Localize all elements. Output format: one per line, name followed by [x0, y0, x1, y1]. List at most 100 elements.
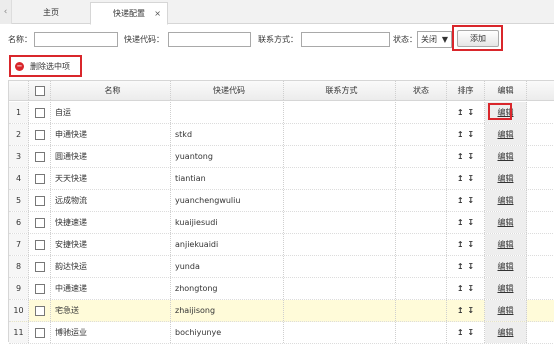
- header-name[interactable]: 名称: [51, 81, 171, 100]
- row-name: 宅急送: [51, 300, 171, 321]
- row-checkbox[interactable]: [35, 196, 45, 206]
- row-checkbox[interactable]: [35, 284, 45, 294]
- sort-up-icon[interactable]: ↥: [456, 102, 464, 123]
- table-row[interactable]: 2 申通快递 stkd ↥ ↧ 编辑: [9, 124, 554, 146]
- sort-up-icon[interactable]: ↥: [456, 322, 464, 343]
- edit-link[interactable]: 编辑: [498, 130, 514, 139]
- row-checkbox[interactable]: [35, 262, 45, 272]
- tab-express-config-label: 快递配置: [113, 9, 145, 18]
- edit-link[interactable]: 编辑: [498, 284, 514, 293]
- table-row[interactable]: 7 安捷快递 anjiekuaidi ↥ ↧ 编辑: [9, 234, 554, 256]
- row-status: [396, 234, 447, 255]
- table-row[interactable]: 8 韵达快运 yunda ↥ ↧ 编辑: [9, 256, 554, 278]
- edit-link[interactable]: 编辑: [498, 328, 514, 337]
- row-sort: ↥ ↧: [447, 146, 485, 167]
- sort-down-icon[interactable]: ↧: [467, 278, 475, 299]
- table-row[interactable]: 3 圆通快递 yuantong ↥ ↧ 编辑: [9, 146, 554, 168]
- row-checkbox[interactable]: [35, 218, 45, 228]
- header-status[interactable]: 状态: [396, 81, 447, 100]
- row-checkbox[interactable]: [35, 240, 45, 250]
- sort-up-icon[interactable]: ↥: [456, 190, 464, 211]
- sort-down-icon[interactable]: ↧: [467, 322, 475, 343]
- table-row[interactable]: 4 天天快递 tiantian ↥ ↧ 编辑: [9, 168, 554, 190]
- table-row[interactable]: 6 快捷速递 kuaijiesudi ↥ ↧ 编辑: [9, 212, 554, 234]
- tab-home[interactable]: 主页: [14, 2, 88, 24]
- row-filler: [527, 256, 554, 277]
- express-grid: 名称 快递代码 联系方式 状态 排序 编辑 1 自运 ↥ ↧ 编辑 2 申通快递 stkd ↥…: [8, 80, 554, 344]
- sort-up-icon[interactable]: ↥: [456, 124, 464, 145]
- sort-down-icon[interactable]: ↧: [467, 102, 475, 123]
- edit-link[interactable]: 编辑: [498, 218, 514, 227]
- row-checkbox[interactable]: [35, 328, 45, 338]
- tab-scroll-left-button[interactable]: ‹: [0, 0, 12, 24]
- add-button[interactable]: 添加: [457, 30, 499, 47]
- row-number: 5: [9, 190, 29, 211]
- sort-down-icon[interactable]: ↧: [467, 234, 475, 255]
- row-number: 9: [9, 278, 29, 299]
- sort-up-icon[interactable]: ↥: [456, 256, 464, 277]
- table-row[interactable]: 1 自运 ↥ ↧ 编辑: [9, 102, 554, 124]
- row-checkbox[interactable]: [35, 174, 45, 184]
- edit-link[interactable]: 编辑: [498, 306, 514, 315]
- sort-up-icon[interactable]: ↥: [456, 234, 464, 255]
- row-sort: ↥ ↧: [447, 168, 485, 189]
- edit-link[interactable]: 编辑: [498, 196, 514, 205]
- table-row[interactable]: 10 宅急送 zhaijisong ↥ ↧ 编辑: [9, 300, 554, 322]
- edit-link[interactable]: 编辑: [498, 240, 514, 249]
- table-row[interactable]: 9 中通速递 zhongtong ↥ ↧ 编辑: [9, 278, 554, 300]
- row-checkbox-cell: [29, 190, 51, 211]
- sort-down-icon[interactable]: ↧: [467, 190, 475, 211]
- row-status: [396, 256, 447, 277]
- delete-selected-button[interactable]: − 删除选中项: [12, 58, 79, 75]
- code-input[interactable]: [168, 32, 251, 47]
- row-checkbox[interactable]: [35, 130, 45, 140]
- edit-link[interactable]: 编辑: [498, 262, 514, 271]
- row-code: zhaijisong: [171, 300, 284, 321]
- header-row-number: [9, 81, 29, 100]
- table-row[interactable]: 5 远成物流 yuanchengwuliu ↥ ↧ 编辑: [9, 190, 554, 212]
- edit-link[interactable]: 编辑: [498, 152, 514, 161]
- status-select-value: 关闭: [421, 35, 437, 44]
- sort-up-icon[interactable]: ↥: [456, 212, 464, 233]
- sort-down-icon[interactable]: ↧: [467, 300, 475, 321]
- table-row[interactable]: 11 博驰运业 bochiyunye ↥ ↧ 编辑: [9, 322, 554, 344]
- close-icon[interactable]: ×: [154, 3, 161, 25]
- header-contact[interactable]: 联系方式: [284, 81, 396, 100]
- row-checkbox[interactable]: [35, 152, 45, 162]
- name-input[interactable]: [34, 32, 118, 47]
- sort-down-icon[interactable]: ↧: [467, 168, 475, 189]
- sort-up-icon[interactable]: ↥: [456, 278, 464, 299]
- row-number: 11: [9, 322, 29, 343]
- row-edit-cell: 编辑: [485, 146, 527, 167]
- row-checkbox-cell: [29, 322, 51, 343]
- row-filler: [527, 190, 554, 211]
- row-contact: [284, 190, 396, 211]
- row-checkbox[interactable]: [35, 108, 45, 118]
- tab-express-config[interactable]: 快递配置 ×: [90, 2, 168, 25]
- sort-up-icon[interactable]: ↥: [456, 300, 464, 321]
- status-select[interactable]: 关闭 ▼: [417, 31, 452, 48]
- row-sort: ↥ ↧: [447, 278, 485, 299]
- header-edit[interactable]: 编辑: [485, 81, 527, 100]
- row-status: [396, 168, 447, 189]
- row-filler: [527, 300, 554, 321]
- sort-up-icon[interactable]: ↥: [456, 146, 464, 167]
- row-status: [396, 278, 447, 299]
- row-checkbox-cell: [29, 124, 51, 145]
- contact-input[interactable]: [301, 32, 390, 47]
- row-contact: [284, 212, 396, 233]
- sort-down-icon[interactable]: ↧: [467, 124, 475, 145]
- sort-down-icon[interactable]: ↧: [467, 212, 475, 233]
- select-all-checkbox[interactable]: [35, 86, 45, 96]
- row-checkbox[interactable]: [35, 306, 45, 316]
- row-filler: [527, 168, 554, 189]
- header-sort[interactable]: 排序: [447, 81, 485, 100]
- row-edit-cell: 编辑: [485, 322, 527, 343]
- sort-up-icon[interactable]: ↥: [456, 168, 464, 189]
- sort-down-icon[interactable]: ↧: [467, 146, 475, 167]
- sort-down-icon[interactable]: ↧: [467, 256, 475, 277]
- row-edit-cell: 编辑: [485, 234, 527, 255]
- header-code[interactable]: 快递代码: [171, 81, 284, 100]
- edit-link[interactable]: 编辑: [498, 174, 514, 183]
- chevron-down-icon: ▼: [441, 35, 448, 44]
